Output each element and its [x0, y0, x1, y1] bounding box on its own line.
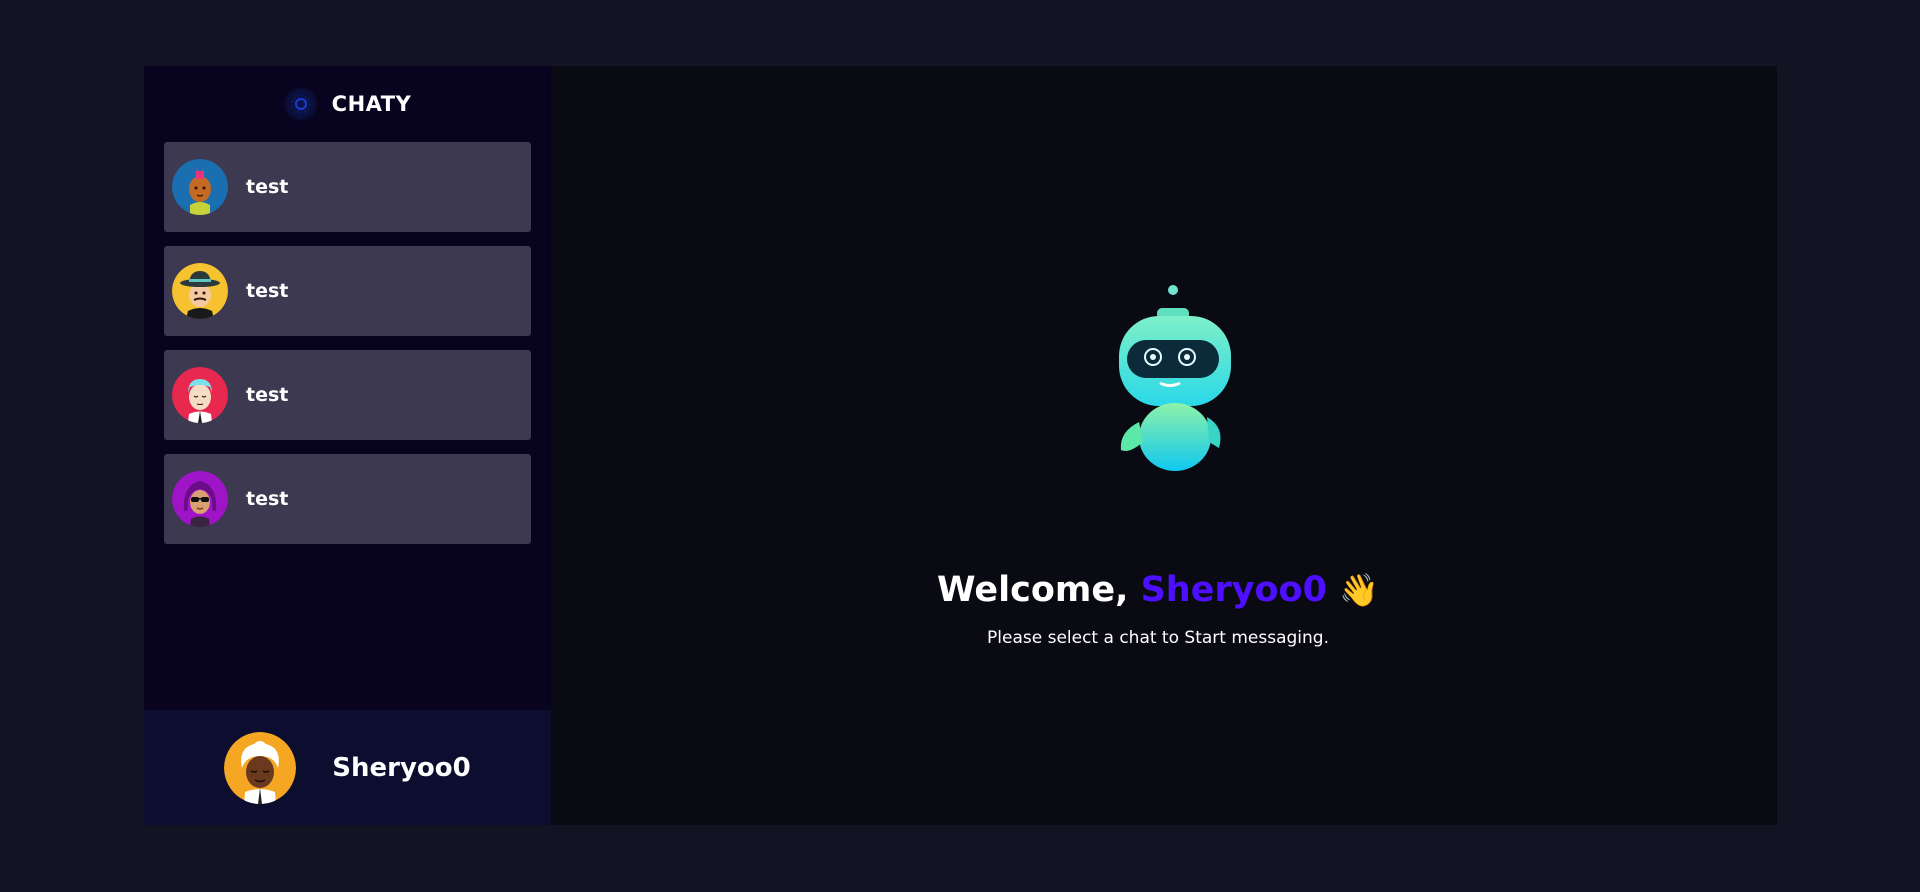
contact-item[interactable]: test [164, 246, 531, 336]
brand-name: CHATY [331, 92, 412, 116]
contact-item[interactable]: test [164, 142, 531, 232]
avatar-hat-mustache-icon [172, 263, 228, 319]
waving-hand-icon: 👋 [1339, 571, 1379, 609]
robot-mascot-icon [1119, 285, 1231, 471]
welcome-subtitle: Please select a chat to Start messaging. [987, 628, 1329, 648]
contact-name: test [246, 176, 289, 198]
contact-name: test [246, 384, 289, 406]
contact-item[interactable]: test [164, 454, 531, 544]
avatar-white-hair-icon [224, 731, 297, 804]
welcome-panel: Welcome, Sheryoo0 👋 Please select a chat… [551, 66, 1777, 825]
contacts-sidebar: CHATY test test test test Sheryoo0 [144, 66, 551, 825]
contact-list: test test test test [144, 142, 551, 544]
planet-logo-icon [283, 87, 318, 121]
current-user-panel: Sheryoo0 [144, 710, 551, 825]
chat-app: CHATY test test test test Sheryoo0 Welco… [144, 66, 1777, 825]
welcome-heading: Welcome, Sheryoo0 👋 [545, 570, 1771, 610]
current-username: Sheryoo0 [332, 752, 471, 783]
avatar-sunglasses-icon [172, 471, 228, 527]
avatar-punk-icon [172, 159, 228, 215]
brand: CHATY [144, 66, 551, 142]
welcome-greeting: Welcome, [937, 570, 1129, 610]
contact-name: test [246, 488, 289, 510]
contact-name: test [246, 280, 289, 302]
avatar-blond-shirt-icon [172, 367, 228, 423]
welcome-username: Sheryoo0 [1140, 570, 1327, 610]
contact-item[interactable]: test [164, 350, 531, 440]
